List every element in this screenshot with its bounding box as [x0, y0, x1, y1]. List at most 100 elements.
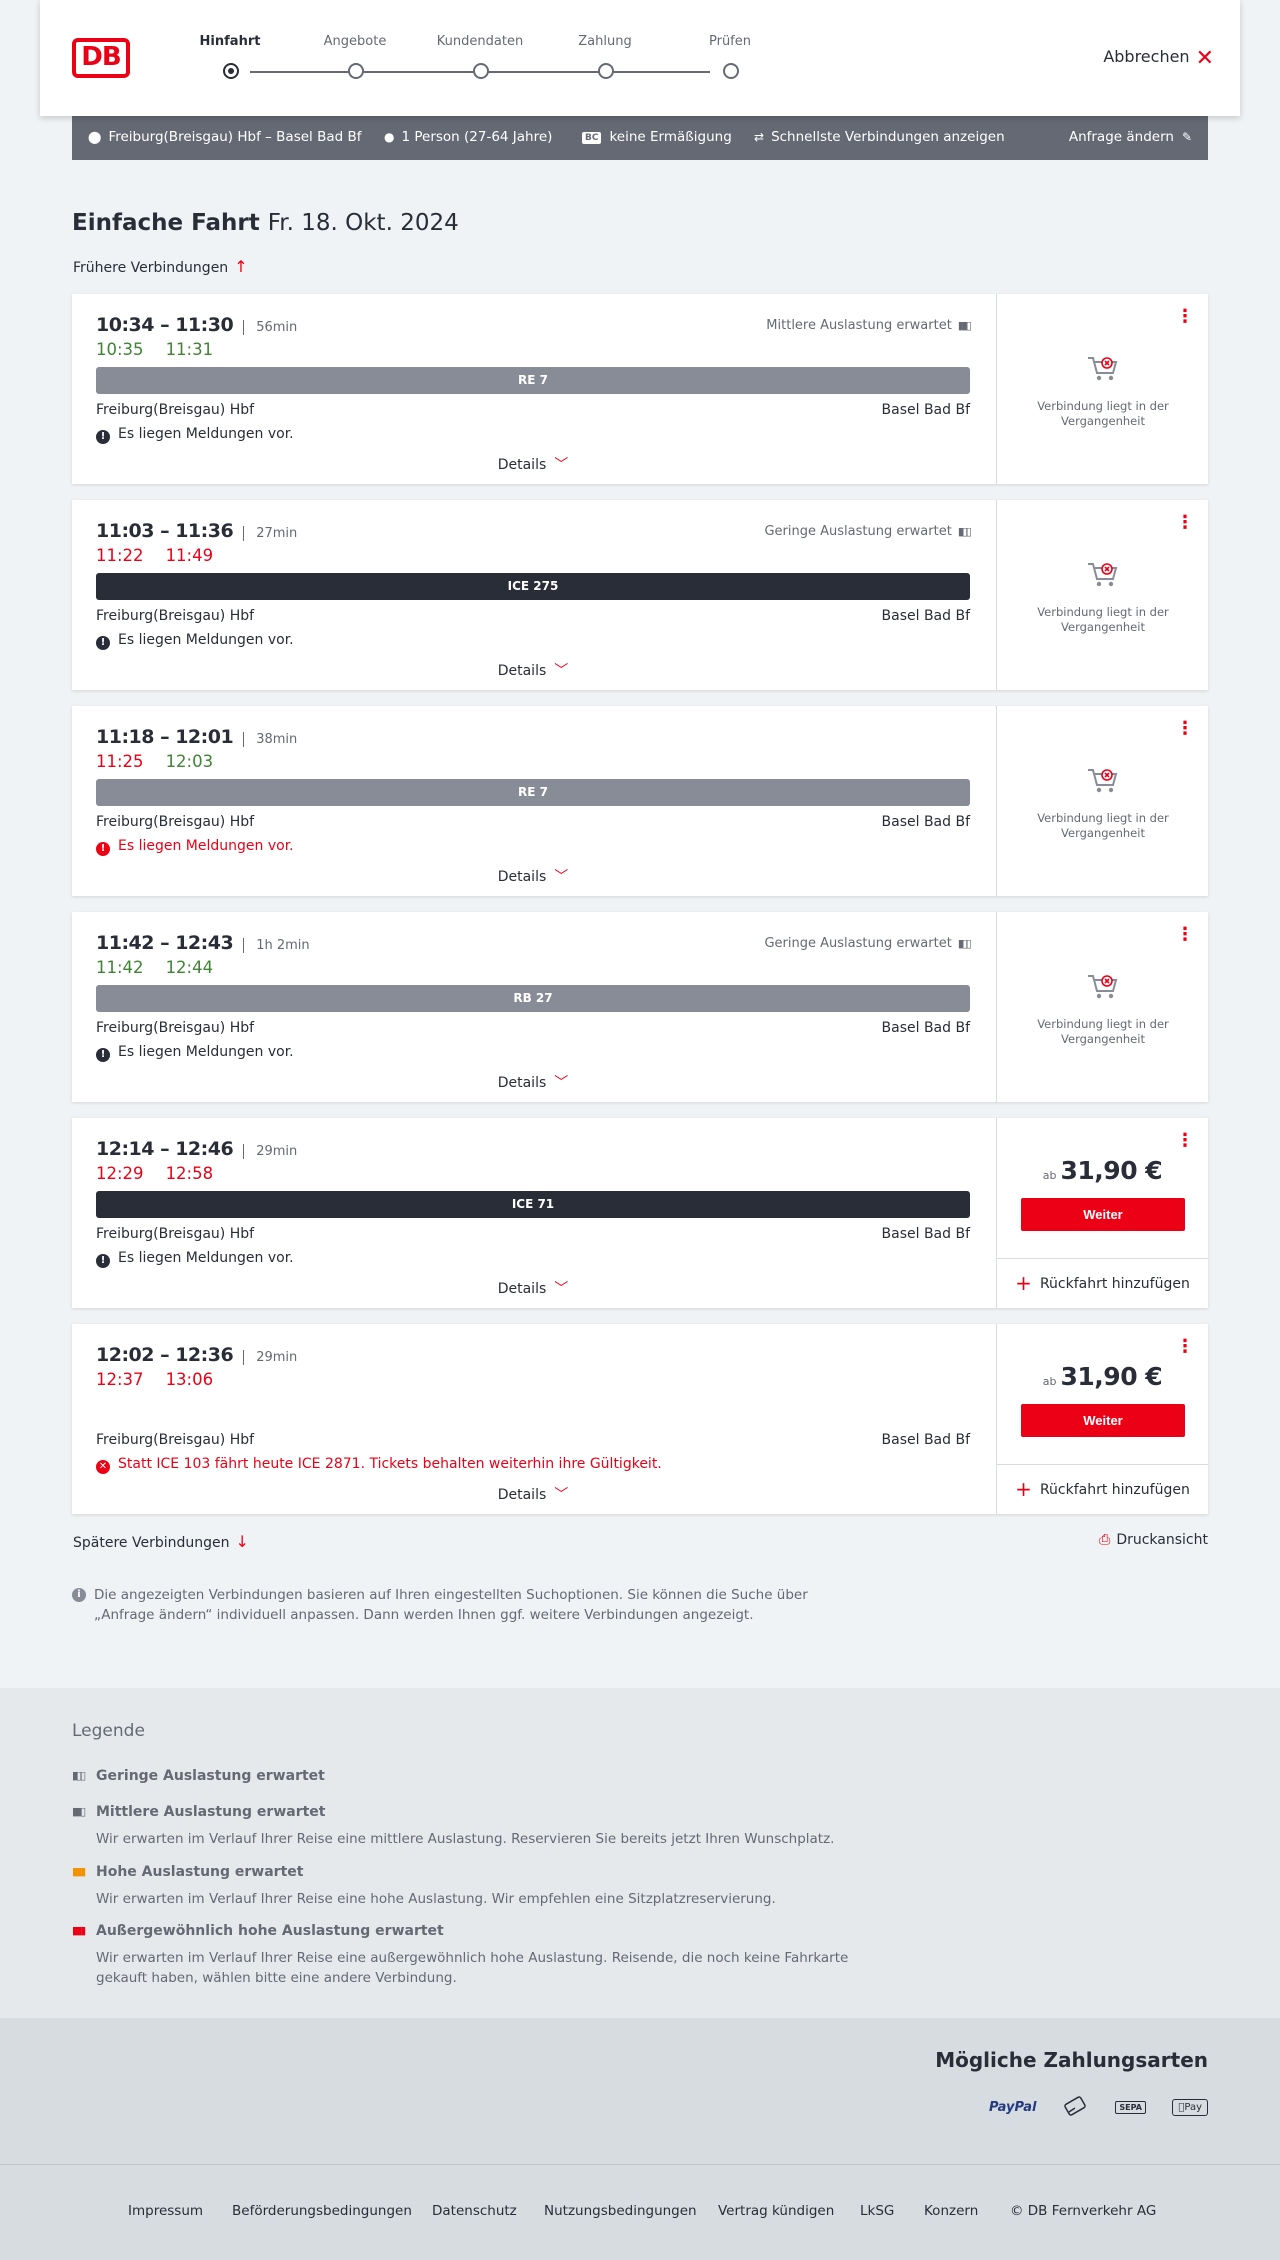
- past-connection-note: Verbindung liegt in der Vergangenheit: [1037, 399, 1169, 428]
- realtime-times: 10:35 11:31: [96, 340, 235, 359]
- occupancy-indicator: Geringe Auslastung erwartet ▮▯▯: [764, 936, 972, 951]
- past-connection-note: Verbindung liegt in der Vergangenheit: [1037, 811, 1169, 840]
- connection-card[interactable]: 11:03 – 11:36 27min 11:22 11:49 Geringe Au…: [72, 500, 1208, 690]
- realtime-departure: 11:22: [96, 546, 144, 565]
- later-connections-link[interactable]: Spätere Verbindungen ↓: [73, 1532, 249, 1551]
- details-toggle[interactable]: Details ﹀: [96, 660, 970, 680]
- more-options-icon[interactable]: ⋮: [1176, 1338, 1194, 1356]
- scheduled-times: 12:02 – 12:36: [96, 1344, 234, 1366]
- trip-date: Fr. 18. Okt. 2024: [267, 210, 459, 236]
- cancel-circle-icon: ✕: [96, 1460, 110, 1474]
- connection-message: ! Es liegen Meldungen vor.: [96, 1044, 294, 1062]
- details-toggle[interactable]: Details ﹀: [96, 866, 970, 886]
- traveller-summary: ● 1 Person (27-64 Jahre): [384, 129, 552, 145]
- arrival-station: Basel Bad Bf: [881, 1020, 970, 1036]
- continue-button[interactable]: Weiter: [1021, 1404, 1185, 1437]
- cart-disabled-icon: [1085, 560, 1121, 590]
- details-toggle[interactable]: Details ﹀: [96, 1072, 970, 1092]
- train-bar[interactable]: RE 7: [96, 779, 970, 806]
- past-connection-note: Verbindung liegt in der Vergangenheit: [1037, 1017, 1169, 1046]
- footer-link-impressum[interactable]: Impressum: [128, 2203, 203, 2219]
- footer-link-datenschutz[interactable]: Datenschutz: [432, 2203, 517, 2219]
- arrival-station: Basel Bad Bf: [881, 1226, 970, 1242]
- legend-title: Legende: [72, 1721, 145, 1741]
- offer-panel: ⋮ Verbindung liegt in der Vergangenheit: [996, 500, 1208, 690]
- footer-link-vertrag-kuendigen[interactable]: Vertrag kündigen: [718, 2203, 834, 2219]
- more-options-icon[interactable]: ⋮: [1176, 720, 1194, 738]
- chevron-down-icon: ﹀: [554, 1281, 569, 1297]
- offer-panel: ⋮ ab 31,90 € Weiter + Rückfahrt hinzufügen: [996, 1324, 1208, 1514]
- message-text: Statt ICE 103 fährt heute ICE 2871. Tick…: [118, 1456, 662, 1472]
- scheduled-times: 12:14 – 12:46: [96, 1138, 234, 1160]
- more-options-icon[interactable]: ⋮: [1176, 514, 1194, 532]
- route-summary: ⬤ Freiburg(Breisgau) Hbf – Basel Bad Bf: [88, 129, 362, 145]
- step-zahlung: Zahlung: [555, 34, 655, 79]
- step-label: Hinfahrt: [199, 34, 261, 49]
- more-options-icon[interactable]: ⋮: [1176, 926, 1194, 944]
- person-icon: ●: [384, 130, 395, 144]
- more-options-icon[interactable]: ⋮: [1176, 1132, 1194, 1150]
- step-kundendaten: Kundendaten: [430, 34, 530, 79]
- info-icon: i: [72, 1588, 86, 1602]
- connection-card[interactable]: 10:34 – 11:30 56min 10:35 11:31 Mittlere A…: [72, 294, 1208, 484]
- footer-link-nutzungsbedingungen[interactable]: Nutzungsbedingungen: [544, 2203, 697, 2219]
- footer-link-lksg[interactable]: LkSG: [860, 2203, 894, 2219]
- train-bar[interactable]: ICE 71: [96, 1191, 970, 1218]
- cart-disabled-icon: [1085, 766, 1121, 796]
- train-bar[interactable]: ICE 275: [96, 573, 970, 600]
- details-toggle[interactable]: Details ﹀: [96, 454, 970, 474]
- fastest-toggle[interactable]: ⇄ Schnellste Verbindungen anzeigen: [754, 129, 1005, 145]
- connection-info: 11:18 – 12:01 38min 11:25 12:03 RE 7 Freib…: [96, 706, 970, 896]
- details-toggle[interactable]: Details ﹀: [96, 1278, 970, 1298]
- realtime-departure: 12:29: [96, 1164, 144, 1183]
- more-options-icon[interactable]: ⋮: [1176, 308, 1194, 326]
- occupancy-icon: ▮▮▯: [957, 319, 972, 332]
- continue-button[interactable]: Weiter: [1021, 1198, 1185, 1231]
- change-request-button[interactable]: Anfrage ändern ✎: [1069, 129, 1192, 145]
- price-value: 31,90 €: [1060, 1362, 1163, 1391]
- chevron-down-icon: ﹀: [554, 1487, 569, 1503]
- add-return-trip-button[interactable]: + Rückfahrt hinzufügen: [997, 1258, 1208, 1308]
- connection-times: 11:42 – 12:43 1h 2min: [96, 932, 310, 954]
- step-pruefen: Prüfen: [680, 34, 780, 79]
- scheduled-times: 11:42 – 12:43: [96, 932, 234, 954]
- print-label: Druckansicht: [1116, 1532, 1208, 1548]
- apple-pay-icon: Pay: [1172, 2099, 1208, 2116]
- departure-station: Freiburg(Breisgau) Hbf: [96, 402, 255, 418]
- connection-card[interactable]: 12:14 – 12:46 29min 12:29 12:58 ICE 71 Fre…: [72, 1118, 1208, 1308]
- realtime-departure: 11:25: [96, 752, 144, 771]
- train-bar[interactable]: RB 27: [96, 985, 970, 1012]
- footer-link-befoerderungsbedingungen[interactable]: Beförderungsbedingungen: [232, 2203, 412, 2219]
- occupancy-very-high-icon: ▮▮▮: [72, 1924, 86, 1937]
- earlier-connections-link[interactable]: Frühere Verbindungen ↑: [73, 257, 248, 276]
- details-toggle[interactable]: Details ﹀: [96, 1484, 970, 1504]
- message-text: Es liegen Meldungen vor.: [118, 838, 294, 854]
- legend-item-desc: Wir erwarten im Verlauf Ihrer Reise eine…: [96, 1891, 776, 1907]
- trip-type: Einfache Fahrt: [72, 210, 260, 236]
- connection-info: 10:34 – 11:30 56min 10:35 11:31 Mittlere A…: [96, 294, 972, 484]
- connection-times: 11:18 – 12:01 38min: [96, 726, 298, 748]
- message-text: Es liegen Meldungen vor.: [118, 426, 294, 442]
- message-text: Es liegen Meldungen vor.: [118, 1250, 294, 1266]
- price-prefix: ab: [1042, 1169, 1057, 1182]
- offer-panel: ⋮ Verbindung liegt in der Vergangenheit: [996, 912, 1208, 1102]
- step-dot: [598, 63, 614, 79]
- duration: 1h 2min: [243, 938, 310, 953]
- realtime-times: 11:42 12:44: [96, 958, 235, 977]
- db-logo[interactable]: DB: [72, 38, 130, 78]
- add-return-trip-button[interactable]: + Rückfahrt hinzufügen: [997, 1464, 1208, 1514]
- connection-card[interactable]: 11:42 – 12:43 1h 2min 11:42 12:44 Geringe …: [72, 912, 1208, 1102]
- cart-disabled-icon: [1085, 354, 1121, 384]
- legend-item-high: ▮▮▮ Hohe Auslastung erwartet Wir erwarten …: [72, 1864, 872, 1909]
- footer-link-konzern[interactable]: Konzern: [924, 2203, 978, 2219]
- payment-icons: PayPal SEPA Pay: [967, 2094, 1208, 2118]
- realtime-departure: 11:42: [96, 958, 144, 977]
- cancel-button[interactable]: Abbrechen ✕: [1103, 46, 1214, 71]
- train-bar[interactable]: RE 7: [96, 367, 970, 394]
- realtime-arrival: 13:06: [165, 1370, 214, 1389]
- connection-card[interactable]: 11:18 – 12:01 38min 11:25 12:03 RE 7 Freib…: [72, 706, 1208, 896]
- realtime-times: 12:29 12:58: [96, 1164, 235, 1183]
- step-label: Kundendaten: [436, 34, 524, 49]
- print-view-link[interactable]: ⎙ Druckansicht: [1099, 1532, 1208, 1548]
- connection-card[interactable]: 12:02 – 12:36 29min 12:37 13:06 Freiburg(B…: [72, 1324, 1208, 1514]
